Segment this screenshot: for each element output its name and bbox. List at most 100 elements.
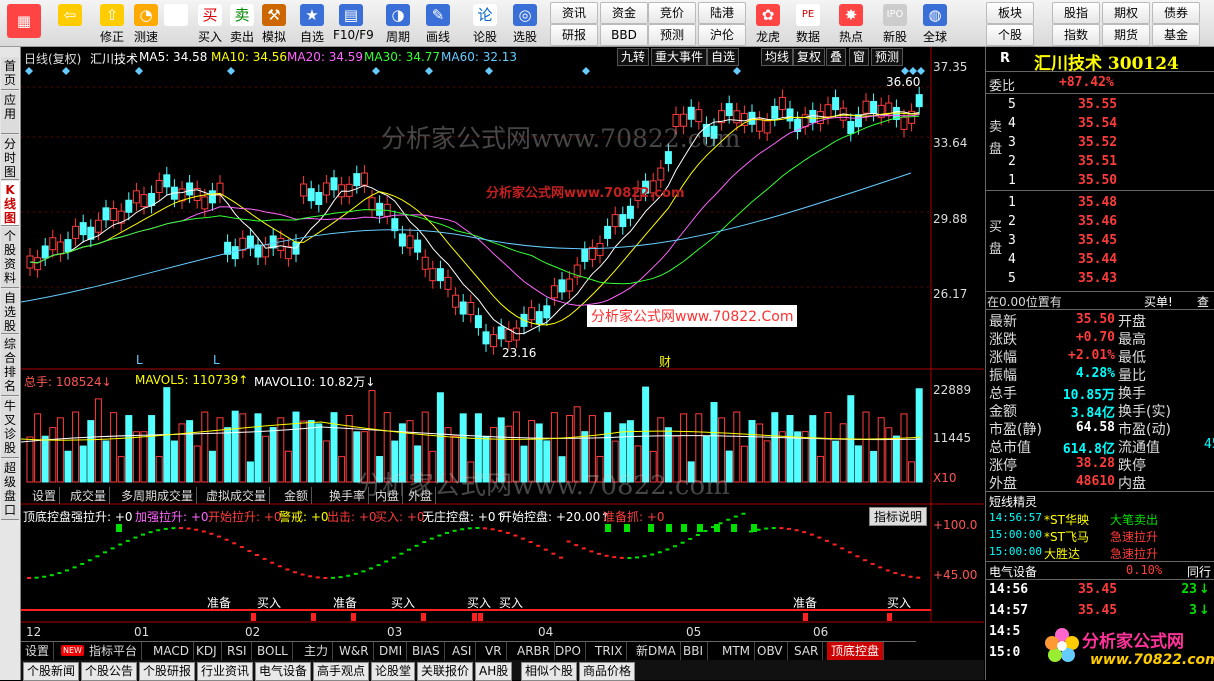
ask-price[interactable]: 35.51 [1078,154,1117,169]
indicator-tab[interactable]: DPO [551,642,586,660]
info-tab[interactable]: 电气设备 [255,662,312,681]
toolbar-buy-button[interactable]: 买买入 [192,2,228,44]
toolbar-sell-button[interactable]: 卖卖出 [224,2,260,44]
indicator-tab[interactable]: W&R [335,642,374,660]
bid-price[interactable]: 35.46 [1078,214,1117,229]
info-tab[interactable]: 个股公告 [81,662,138,681]
indicator-tab[interactable]: 指标平台 [85,642,143,660]
info-tab[interactable]: 高手观点 [313,662,370,681]
volume-tab[interactable]: 内盘 [372,487,404,504]
chart-tab[interactable]: 九转 [617,48,650,66]
chart-tab[interactable]: 均线 [761,48,794,66]
toolbar-up-button[interactable]: ⇧ 修正 [94,2,130,44]
volume-tab[interactable]: 换手率 [326,487,370,504]
bid-price[interactable]: 35.48 [1078,195,1117,210]
bid-price[interactable]: 35.44 [1078,252,1117,267]
sector-name[interactable]: 电气设备 [989,563,1037,580]
indicator-tab[interactable]: RSI [223,642,252,660]
ask-price[interactable]: 35.52 [1078,135,1117,150]
info-tab[interactable]: 相似个股 [521,662,578,681]
indicator-tab[interactable]: BOLL [253,642,293,660]
toolbar-hammer-button[interactable]: ⚒ 模拟 [256,2,292,44]
left-tab[interactable]: 个股资料 [1,227,19,288]
indicator-tab[interactable]: TRIX [591,642,628,660]
toolbar-grid-button[interactable]: BBD [600,24,648,46]
toolbar-grid-button[interactable]: 资讯 [550,2,598,24]
toolbar-grid-button[interactable]: 个股 [986,24,1034,46]
toolbar-grid-button[interactable]: 股指 [1052,2,1100,24]
chart-tab[interactable]: 复权 [793,48,826,66]
toolbar-globe-button[interactable]: ◍ 全球 [917,2,953,44]
chart-tab[interactable]: 叠 [826,48,847,66]
left-tab[interactable]: 分时图 [1,135,19,180]
spirit-stock[interactable]: *ST飞马 [1044,528,1089,545]
toolbar-hot-button[interactable]: ✸ 热点 [833,2,869,44]
volume-tab[interactable]: 虚拟成交量 [203,487,271,504]
toolbar-tiger-button[interactable]: ✿ 龙虎 [750,2,786,44]
toolbar-ipo-button[interactable]: IPO 新股 [877,2,913,44]
volume-tab[interactable]: 外盘 [405,487,437,504]
toolbar-grid-button[interactable]: 指数 [1052,24,1100,46]
info-tab[interactable]: 个股新闻 [23,662,80,681]
toolbar-grid-button[interactable]: 竞价 [648,2,696,24]
toolbar-grid-button[interactable]: 基金 [1152,24,1200,46]
toolbar-logo-button[interactable]: ▦ [4,2,44,44]
toolbar-grid-button[interactable]: 债券 [1152,2,1200,24]
toolbar-select-button[interactable]: ◎ 选股 [507,2,543,44]
spirit-stock[interactable]: *ST华映 [1044,511,1089,528]
info-tab[interactable]: AH股 [475,662,513,681]
toolbar-grid-button[interactable]: 期权 [1102,2,1150,24]
toolbar-grid-button[interactable]: 期货 [1102,24,1150,46]
volume-tab[interactable]: 金额 [281,487,313,504]
indicator-tab[interactable]: MACD [149,642,194,660]
info-tab[interactable]: 商品价格 [579,662,636,681]
toolbar-grid-button[interactable]: 研报 [550,24,598,46]
kline-chart-area[interactable]: 日线(复权) 汇川技术 MA5: 34.58 MA10: 34.56 MA20:… [21,47,984,643]
indicator-tab[interactable]: BIAS [408,642,445,660]
bid-price[interactable]: 35.45 [1078,233,1117,248]
ask-price[interactable]: 35.54 [1078,116,1117,131]
info-tab[interactable]: 论股堂 [371,662,416,681]
indicator-tab[interactable]: SAR [790,642,824,660]
indicator-tab[interactable]: 新DMA [632,642,681,660]
left-tab[interactable]: 首页 [1,57,19,90]
bid-price[interactable]: 35.43 [1078,271,1117,286]
indicator-tab[interactable]: 主力 [300,642,334,660]
ask-price[interactable]: 35.55 [1078,97,1117,112]
info-tab[interactable]: 个股研报 [139,662,196,681]
info-tab[interactable]: 行业资讯 [197,662,254,681]
toolbar-grid-button[interactable]: 沪伦 [698,24,746,46]
indicator-tab[interactable]: VR [481,642,507,660]
left-tab[interactable]: 牛叉诊股 [1,397,19,458]
indicator-tab[interactable]: ASI [448,642,477,660]
query-button[interactable]: 查 [1197,293,1209,310]
indicator-tab[interactable]: OBV [753,642,788,660]
left-tab[interactable]: 综合排名 [1,335,19,396]
sector-more[interactable]: 同行 [1187,563,1211,580]
left-tab[interactable]: 超级盘口 [1,459,19,520]
indicator-tab[interactable]: DMI [375,642,408,660]
ind-explain-button[interactable]: 指标说明 [869,507,928,526]
toolbar-grid-button[interactable]: 预测 [648,24,696,46]
toolbar-grid-button[interactable]: 资金 [600,2,648,24]
buy-single-button[interactable]: 买单! [1144,293,1173,310]
toolbar-period-button[interactable]: ◑ 周期 [380,2,416,44]
toolbar-f10-button[interactable]: ▤ F10/F9 [333,2,374,44]
left-tab[interactable]: 自选股 [1,289,19,334]
toolbar-pencil-button[interactable]: ✎ 画线 [420,2,456,44]
toolbar-grid-button[interactable]: 陆港 [698,2,746,24]
left-tab[interactable]: 应用 [1,91,19,134]
chart-tab[interactable]: 重大事件 [651,48,708,66]
toolbar-data-button[interactable]: PE 数据 [790,2,826,44]
toolbar-back-arrow-button[interactable]: ⇦ [52,2,88,44]
indicator-tab[interactable]: ARBR [513,642,556,660]
volume-tab[interactable]: 设置 [29,487,61,504]
toolbar-lun-button[interactable]: 论论股 [467,2,503,44]
toolbar-clock-button[interactable]: ◷ [158,2,194,44]
toolbar-grid-button[interactable]: 板块 [986,2,1034,24]
spirit-stock[interactable]: 大胜达 [1044,545,1080,562]
chart-tab[interactable]: 窗 [849,48,870,66]
indicator-tab[interactable]: MTM [718,642,756,660]
indicator-tab[interactable]: 顶底控盘 [827,642,885,660]
left-tab[interactable]: K线图 [1,181,19,226]
